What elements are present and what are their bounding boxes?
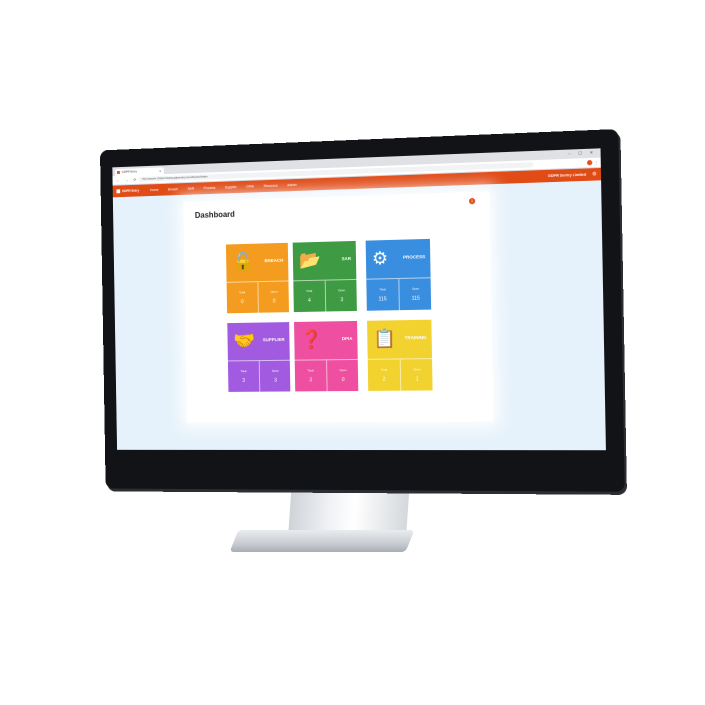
menu-item-home[interactable]: Home — [150, 188, 159, 192]
menu-item-supplier[interactable]: Supplier — [225, 185, 237, 189]
question-person-icon: ❓ — [300, 329, 323, 350]
open-label: Open — [411, 286, 420, 291]
tile-title: TRAINING — [404, 334, 427, 341]
handshake-icon: 🤝 — [233, 330, 256, 351]
menu-item-dpia[interactable]: DPIA — [246, 185, 254, 189]
menu-item-sar[interactable]: SAR — [187, 187, 194, 191]
tile-training[interactable]: 📋 TRAINING Total 2 Open 1 — [367, 319, 434, 392]
tile-title: BREACH — [264, 257, 284, 264]
favicon-icon — [117, 170, 120, 174]
tile-title: SUPPLIER — [262, 337, 285, 343]
total-label: Total — [380, 367, 388, 372]
tile-process[interactable]: ⚙ PROCESS Total 115 Open 115 — [365, 238, 433, 312]
settings-gear-icon[interactable]: ⚙ — [592, 168, 597, 181]
open-label: Open — [271, 368, 279, 373]
browser-menu-icon[interactable]: ⋮ — [594, 158, 598, 167]
lock-open-icon: 🔓 — [231, 251, 254, 272]
folder-icon: 📂 — [298, 249, 322, 271]
total-value: 3 — [242, 377, 246, 384]
tab-title: GDPR Entry — [121, 169, 138, 174]
browser-nav-icons[interactable]: ← → ⟳ — [116, 175, 138, 185]
menu-item-admin[interactable]: Admin — [287, 183, 296, 187]
window-controls[interactable]: – ▢ ✕ — [568, 148, 596, 157]
brand-name: GDPR Entry — [122, 188, 140, 194]
open-value: 3 — [274, 377, 277, 384]
tile-sar[interactable]: 📂 SAR Total 4 Open 3 — [292, 240, 358, 314]
page-title: Dashboard — [194, 209, 235, 220]
menu-item-resource[interactable]: Resource — [264, 184, 278, 188]
open-label: Open — [338, 288, 346, 293]
total-value: 4 — [307, 297, 311, 304]
brand-logo-icon — [116, 189, 121, 194]
total-label: Total — [379, 287, 386, 292]
tile-title: DPIA — [341, 336, 353, 342]
presentation-icon: 📋 — [373, 328, 396, 349]
tile-supplier[interactable]: 🤝 SUPPLIER Total 3 Open 3 — [227, 322, 292, 393]
tile-breach[interactable]: 🔓 BREACH Total 0 Open 0 — [225, 242, 290, 315]
tile-title: SAR — [341, 256, 352, 262]
profile-avatar-icon[interactable] — [586, 160, 593, 166]
total-value: 2 — [382, 376, 386, 383]
gears-icon: ⚙ — [371, 248, 389, 269]
total-value: 0 — [240, 299, 244, 306]
company-name[interactable]: GDPR Sentry Limited — [548, 168, 586, 182]
open-value: 1 — [415, 376, 419, 383]
notification-badge[interactable]: 1 — [468, 197, 476, 205]
open-value: 0 — [272, 298, 276, 305]
menu-item-breach[interactable]: Breach — [168, 187, 178, 191]
total-value: 3 — [309, 377, 313, 384]
monitor-screen: GDPR Entry × – ▢ ✕ ← → ⟳ Not secure | ht… — [112, 148, 606, 451]
total-label: Total — [239, 290, 246, 295]
total-label: Total — [307, 368, 314, 373]
app-brand[interactable]: GDPR Entry — [116, 185, 139, 197]
total-value: 115 — [378, 296, 387, 303]
open-label: Open — [413, 367, 421, 372]
open-label: Open — [339, 368, 347, 373]
monitor-bezel: GDPR Entry × – ▢ ✕ ← → ⟳ Not secure | ht… — [99, 128, 625, 492]
open-value: 0 — [341, 377, 345, 384]
open-label: Open — [270, 289, 278, 294]
tile-dpia[interactable]: ❓ DPIA Total 3 Open 0 — [294, 320, 360, 393]
total-label: Total — [240, 369, 247, 374]
menu-item-process[interactable]: Process — [204, 186, 216, 190]
open-value: 115 — [411, 295, 420, 302]
open-value: 3 — [340, 297, 344, 304]
monitor-stand-base — [229, 530, 415, 552]
tile-title: PROCESS — [402, 254, 426, 260]
total-label: Total — [306, 288, 313, 293]
dashboard-panel: Dashboard 1 🔓 BREACH Total 0 Open 0 📂 SAR — [183, 191, 494, 423]
